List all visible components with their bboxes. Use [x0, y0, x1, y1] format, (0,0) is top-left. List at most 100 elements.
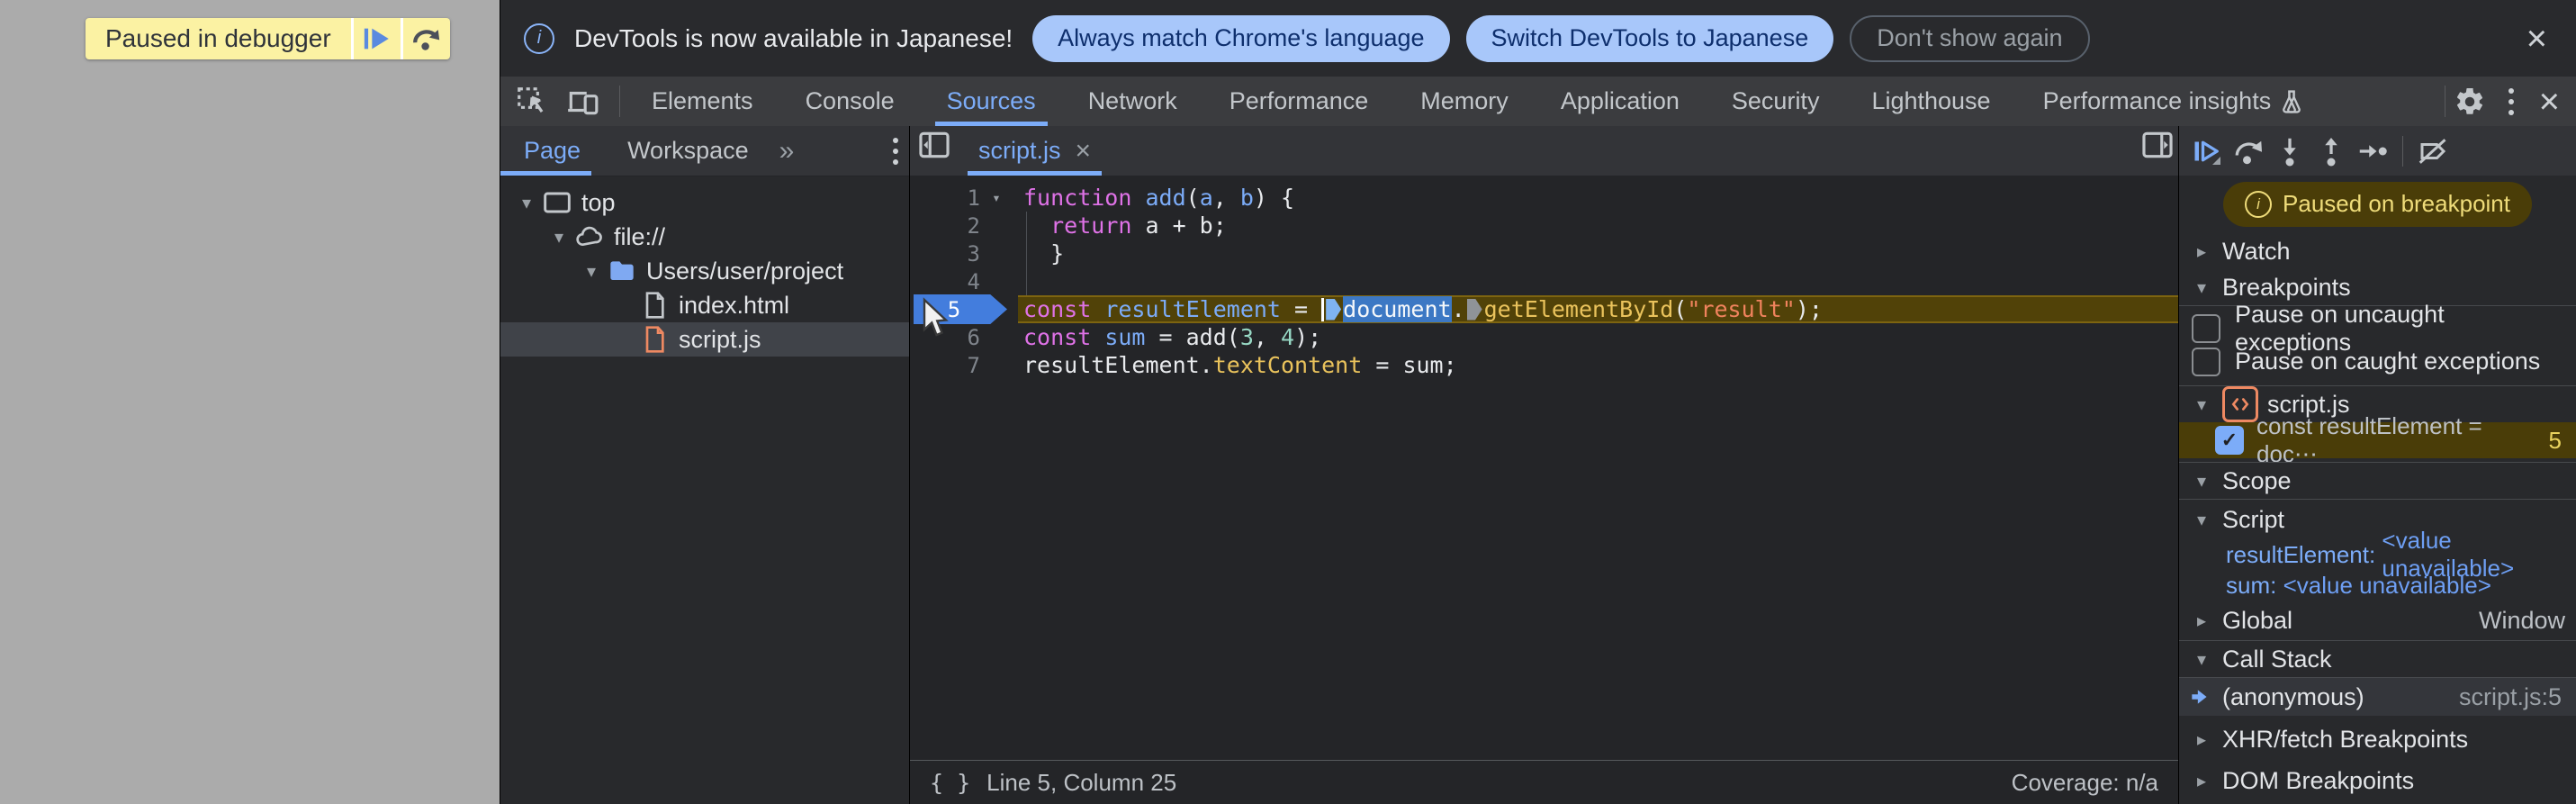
step-out-button[interactable]: [2312, 132, 2350, 170]
code-line-6[interactable]: 6 const sum = add(3, 4);: [910, 323, 2178, 351]
file-icon: [637, 291, 671, 320]
chevron-down-icon: ▾: [2196, 277, 2207, 298]
file-navigator: Page Workspace » ▾ top ▾ file:// ▾ Users/user…: [500, 126, 910, 804]
step-over-button[interactable]: [2229, 132, 2267, 170]
tree-expander-icon[interactable]: ▾: [513, 192, 540, 214]
section-xhr-breakpoints[interactable]: ▸ XHR/fetch Breakpoints: [2179, 721, 2576, 757]
gutter[interactable]: 4: [910, 267, 1018, 295]
breakpoint-entry[interactable]: ✓ const resultElement = doc⋯ 5: [2179, 412, 2576, 467]
call-stack-label: Call Stack: [2222, 645, 2332, 673]
tab-elements[interactable]: Elements: [626, 77, 779, 126]
code-line-1[interactable]: 1 ▾ function add(a, b) {: [910, 184, 2178, 212]
notification-close-icon[interactable]: ×: [2521, 21, 2553, 57]
more-tabs-icon[interactable]: »: [772, 126, 802, 176]
tab-close-icon[interactable]: ×: [1076, 136, 1092, 167]
tab-label: Application: [1560, 87, 1680, 114]
devtools-window: i DevTools is now available in Japanese!…: [500, 0, 2576, 804]
inspect-element-icon[interactable]: [513, 83, 551, 121]
source-code-view[interactable]: 1 ▾ function add(a, b) {2 return a + b; 3 }…: [910, 176, 2178, 760]
line-number[interactable]: 3: [910, 241, 980, 266]
resume-button[interactable]: [2188, 132, 2226, 170]
code-line-3[interactable]: 3 }: [910, 239, 2178, 267]
breakpoint-snippet: const resultElement = doc⋯: [2256, 412, 2482, 467]
settings-gear-icon[interactable]: [2451, 83, 2489, 121]
text-caret: [1321, 297, 1325, 321]
devtools-close-icon[interactable]: ×: [2534, 84, 2565, 120]
line-number[interactable]: 1: [910, 185, 980, 211]
active-frame-arrow-icon: [2188, 685, 2211, 709]
tree-item-script.js[interactable]: script.js: [500, 322, 909, 357]
fold-arrow-icon[interactable]: ▾: [980, 189, 1013, 206]
code-token: const: [1023, 324, 1105, 350]
tab-lighthouse[interactable]: Lighthouse: [1845, 77, 2016, 126]
code-line-4[interactable]: 4: [910, 267, 2178, 295]
scope-variable-row[interactable]: resultElement : <value unavailable>: [2179, 527, 2576, 582]
code-token: b: [1239, 185, 1254, 211]
more-options-kebab-icon[interactable]: [2498, 87, 2525, 115]
tab-workspace[interactable]: Workspace: [604, 126, 772, 176]
gutter[interactable]: 1 ▾: [910, 184, 1018, 212]
step-button[interactable]: [2354, 132, 2391, 170]
gutter[interactable]: 7: [910, 351, 1018, 379]
script-file-icon: [2222, 386, 2258, 422]
tab-page[interactable]: Page: [500, 126, 604, 176]
step-over-button[interactable]: [403, 18, 450, 59]
tree-expander-icon[interactable]: ▾: [545, 226, 572, 248]
call-stack-frame[interactable]: (anonymous) script.js:5: [2179, 678, 2576, 716]
code-token: }: [1023, 240, 1065, 266]
editor-tab-bar: script.js ×: [910, 126, 2178, 176]
pause-uncaught-exceptions-row[interactable]: Pause on uncaught exceptions: [2179, 301, 2576, 356]
step-into-button[interactable]: [2271, 132, 2309, 170]
code-line-7[interactable]: 7 resultElement. textContent = sum;: [910, 351, 2178, 379]
line-number[interactable]: 7: [910, 353, 980, 378]
tab-network[interactable]: Network: [1062, 77, 1203, 126]
code-token: resultElement.: [1023, 352, 1213, 378]
mouse-cursor: [919, 297, 951, 340]
toggle-debugger-sidebar-icon[interactable]: [2139, 126, 2176, 164]
tree-item-users-user-project[interactable]: ▾ Users/user/project: [500, 254, 909, 288]
tree-expander-icon[interactable]: ▾: [578, 260, 605, 283]
tab-application[interactable]: Application: [1535, 77, 1706, 126]
code-line-5[interactable]: 5 const resultElement = document. getEleme…: [910, 294, 2178, 324]
breakpoints-label: Breakpoints: [2222, 273, 2351, 301]
colon: :: [2368, 540, 2382, 568]
section-scope[interactable]: ▾ Scope: [2179, 462, 2576, 500]
tree-item-index.html[interactable]: index.html: [500, 288, 909, 322]
tree-item-file-[interactable]: ▾ file://: [500, 220, 909, 254]
code-line-2[interactable]: 2 return a + b;: [910, 212, 2178, 239]
scope-variable-row[interactable]: sum : <value unavailable>: [2179, 570, 2576, 601]
code-token: add: [1145, 185, 1186, 211]
checkbox-unchecked[interactable]: [2192, 313, 2220, 343]
tab-sources[interactable]: Sources: [921, 77, 1062, 126]
pause-caught-exceptions-row[interactable]: Pause on caught exceptions: [2179, 345, 2576, 378]
tab-memory[interactable]: Memory: [1394, 77, 1535, 126]
notification-button-0[interactable]: Always match Chrome's language: [1032, 14, 1450, 62]
line-number[interactable]: 4: [910, 269, 980, 294]
line-number[interactable]: 2: [910, 213, 980, 239]
checkbox-checked[interactable]: ✓: [2215, 426, 2244, 455]
pretty-print-icon[interactable]: { }: [930, 770, 970, 796]
notification-button-2[interactable]: Don't show again: [1850, 14, 2090, 62]
tab-label: Console: [805, 87, 895, 114]
tree-item-top[interactable]: ▾ top: [500, 185, 909, 220]
resume-script-button[interactable]: [354, 18, 401, 59]
code-token: function: [1023, 185, 1146, 211]
tab-console[interactable]: Console: [779, 77, 921, 126]
gutter[interactable]: 3: [910, 239, 1018, 267]
section-call-stack[interactable]: ▾ Call Stack: [2179, 640, 2576, 678]
section-watch[interactable]: ▸ Watch: [2179, 233, 2576, 269]
navigator-kebab-icon[interactable]: [882, 137, 909, 165]
scope-global-group[interactable]: ▸ Global Window: [2179, 601, 2576, 640]
tab-security[interactable]: Security: [1706, 77, 1846, 126]
editor-tab-scriptjs[interactable]: script.js ×: [959, 126, 1111, 176]
deactivate-breakpoints-icon[interactable]: [2414, 132, 2452, 170]
notification-button-1[interactable]: Switch DevTools to Japanese: [1465, 14, 1834, 62]
section-dom-breakpoints[interactable]: ▸ DOM Breakpoints: [2179, 763, 2576, 799]
toggle-navigator-icon[interactable]: [915, 126, 953, 164]
gutter[interactable]: 2: [910, 212, 1018, 239]
device-toolbar-icon[interactable]: [563, 83, 601, 121]
tab-performance-insights[interactable]: Performance insights: [2017, 77, 2330, 126]
tab-performance[interactable]: Performance: [1203, 77, 1395, 126]
checkbox-unchecked[interactable]: [2192, 347, 2220, 376]
